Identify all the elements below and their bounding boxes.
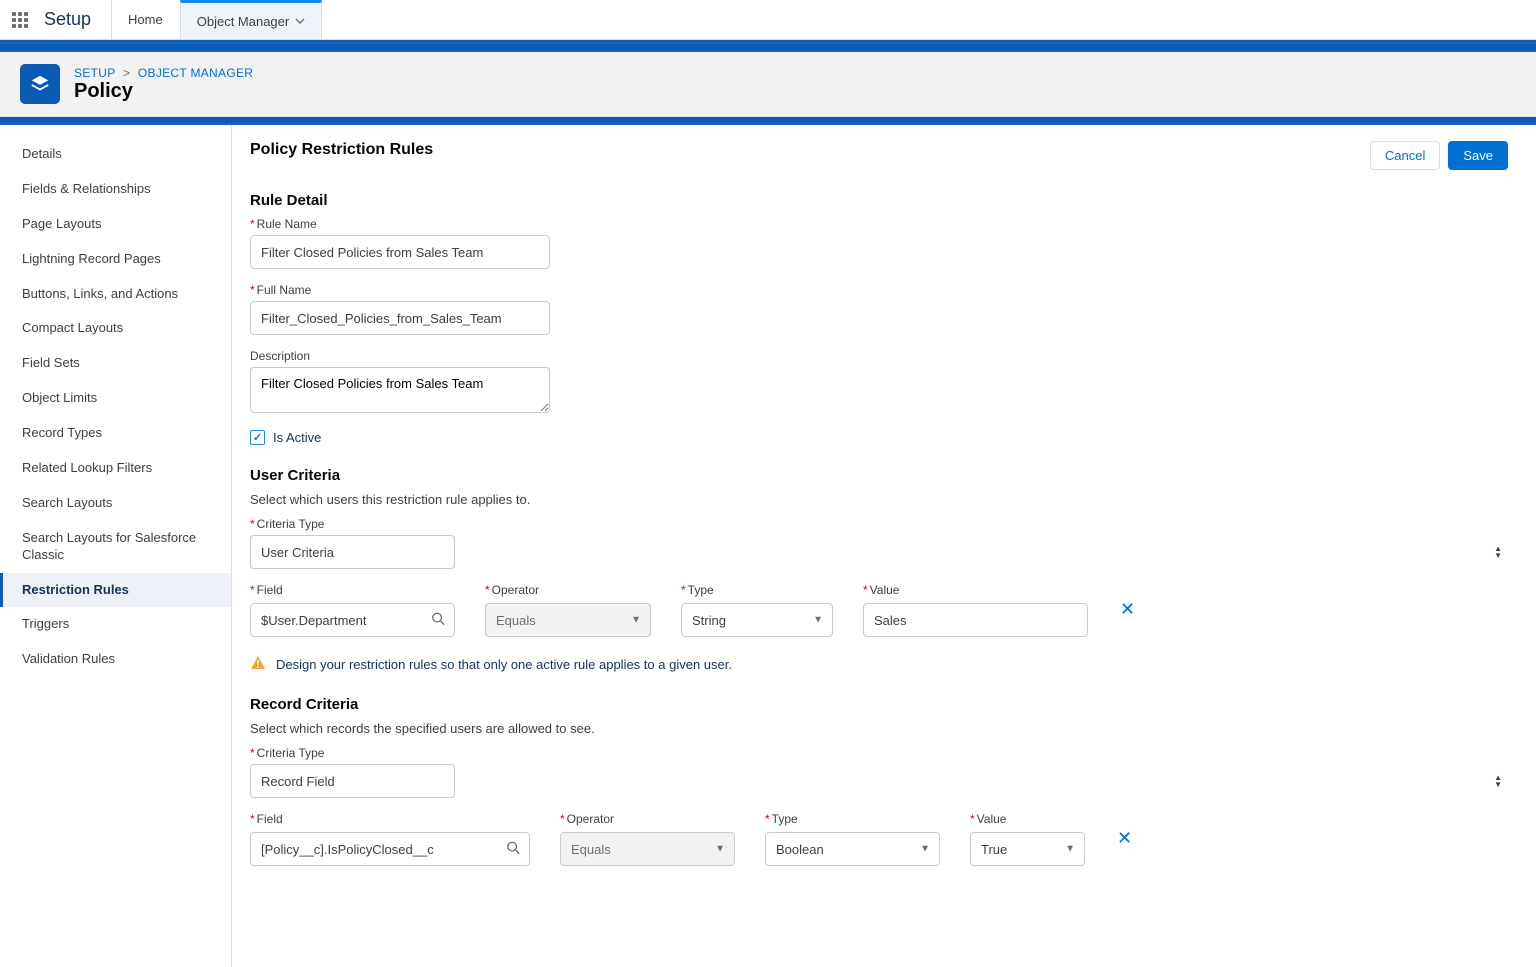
sidebar-item-record-types[interactable]: Record Types xyxy=(0,416,231,451)
sidebar-item-field-sets[interactable]: Field Sets xyxy=(0,346,231,381)
uc-operator-label: Operator xyxy=(485,583,651,597)
search-icon xyxy=(506,841,520,858)
top-bar: Setup Home Object Manager xyxy=(0,0,1536,40)
description-input[interactable] xyxy=(250,367,550,413)
full-name-input[interactable] xyxy=(250,301,550,335)
sidebar-item-search-layouts-for-salesforce-classic[interactable]: Search Layouts for Salesforce Classic xyxy=(0,521,231,573)
rc-value-label: Value xyxy=(970,812,1085,826)
cancel-button[interactable]: Cancel xyxy=(1370,141,1440,170)
section-rule-detail: Rule Detail xyxy=(250,192,1508,209)
button-row: Cancel Save xyxy=(1370,141,1508,170)
sidebar-item-fields-relationships[interactable]: Fields & Relationships xyxy=(0,172,231,207)
rc-criteria-type-select[interactable] xyxy=(250,764,455,798)
rc-operator-label: Operator xyxy=(560,812,735,826)
uc-criteria-type-label: Criteria Type xyxy=(250,517,1508,531)
main-title: Policy Restriction Rules xyxy=(250,141,433,159)
object-icon xyxy=(20,64,60,104)
banner-strip-thin xyxy=(0,117,1536,125)
caret-down-icon: ▼ xyxy=(715,844,725,855)
section-record-criteria: Record Criteria xyxy=(250,696,1508,713)
rule-name-input[interactable] xyxy=(250,235,550,269)
is-active-checkbox[interactable] xyxy=(250,430,265,445)
uc-field-input[interactable] xyxy=(250,603,455,637)
app-launcher-button[interactable] xyxy=(0,12,40,28)
uc-type-select[interactable] xyxy=(681,603,833,637)
uc-value-label: Value xyxy=(863,583,1088,597)
waffle-icon xyxy=(12,12,28,28)
stepper-icon: ▲▼ xyxy=(1494,545,1502,559)
uc-field-label: Field xyxy=(250,583,455,597)
record-criteria-sub: Select which records the specified users… xyxy=(250,721,1508,736)
sidebar-item-object-limits[interactable]: Object Limits xyxy=(0,381,231,416)
full-name-label: Full Name xyxy=(250,283,1508,297)
uc-criteria-type-select[interactable] xyxy=(250,535,455,569)
caret-down-icon: ▼ xyxy=(631,615,641,626)
sidebar-item-restriction-rules[interactable]: Restriction Rules xyxy=(0,573,231,608)
rc-field-input[interactable] xyxy=(250,832,530,866)
page-header: SETUP > OBJECT MANAGER Policy xyxy=(0,52,1536,117)
app-name: Setup xyxy=(40,0,112,39)
main-content: Policy Restriction Rules Cancel Save Rul… xyxy=(232,125,1536,967)
search-icon xyxy=(431,612,445,629)
rc-field-label: Field xyxy=(250,812,530,826)
rc-operator-select[interactable] xyxy=(560,832,735,866)
sidebar-item-page-layouts[interactable]: Page Layouts xyxy=(0,207,231,242)
section-user-criteria: User Criteria xyxy=(250,467,1508,484)
uc-value-input[interactable] xyxy=(863,603,1088,637)
layers-icon xyxy=(29,73,51,95)
rc-type-select[interactable] xyxy=(765,832,940,866)
sidebar-item-compact-layouts[interactable]: Compact Layouts xyxy=(0,311,231,346)
tab-label: Object Manager xyxy=(197,14,290,29)
warning-text: Design your restriction rules so that on… xyxy=(276,657,732,672)
sidebar-item-search-layouts[interactable]: Search Layouts xyxy=(0,486,231,521)
remove-row-button[interactable]: ✕ xyxy=(1118,593,1137,626)
caret-down-icon: ▼ xyxy=(813,615,823,626)
rule-name-label: Rule Name xyxy=(250,217,1508,231)
warning-icon xyxy=(250,655,266,674)
sidebar-item-validation-rules[interactable]: Validation Rules xyxy=(0,642,231,677)
tab-label: Home xyxy=(128,12,163,27)
banner-strip xyxy=(0,40,1536,52)
caret-down-icon: ▼ xyxy=(1065,844,1075,855)
page-title: Policy xyxy=(74,80,253,103)
uc-type-label: Type xyxy=(681,583,833,597)
uc-operator-select[interactable] xyxy=(485,603,651,637)
tab-home[interactable]: Home xyxy=(112,0,180,39)
sidebar-item-triggers[interactable]: Triggers xyxy=(0,607,231,642)
user-criteria-sub: Select which users this restriction rule… xyxy=(250,492,1508,507)
tab-object-manager[interactable]: Object Manager xyxy=(180,0,323,39)
is-active-label: Is Active xyxy=(273,430,321,445)
save-button[interactable]: Save xyxy=(1448,141,1508,170)
chevron-down-icon xyxy=(295,14,305,29)
description-label: Description xyxy=(250,349,1508,363)
caret-down-icon: ▼ xyxy=(920,844,930,855)
sidebar-item-buttons-links-and-actions[interactable]: Buttons, Links, and Actions xyxy=(0,277,231,312)
sidebar-item-lightning-record-pages[interactable]: Lightning Record Pages xyxy=(0,242,231,277)
sidebar: DetailsFields & RelationshipsPage Layout… xyxy=(0,125,232,967)
rc-criteria-type-label: Criteria Type xyxy=(250,746,1508,760)
breadcrumb-object-manager[interactable]: OBJECT MANAGER xyxy=(138,66,253,80)
rc-type-label: Type xyxy=(765,812,940,826)
breadcrumb: SETUP > OBJECT MANAGER xyxy=(74,66,253,80)
stepper-icon: ▲▼ xyxy=(1494,774,1502,788)
breadcrumb-separator: > xyxy=(123,66,130,80)
breadcrumb-setup[interactable]: SETUP xyxy=(74,66,115,80)
sidebar-item-details[interactable]: Details xyxy=(0,137,231,172)
sidebar-item-related-lookup-filters[interactable]: Related Lookup Filters xyxy=(0,451,231,486)
remove-row-button[interactable]: ✕ xyxy=(1115,822,1134,855)
